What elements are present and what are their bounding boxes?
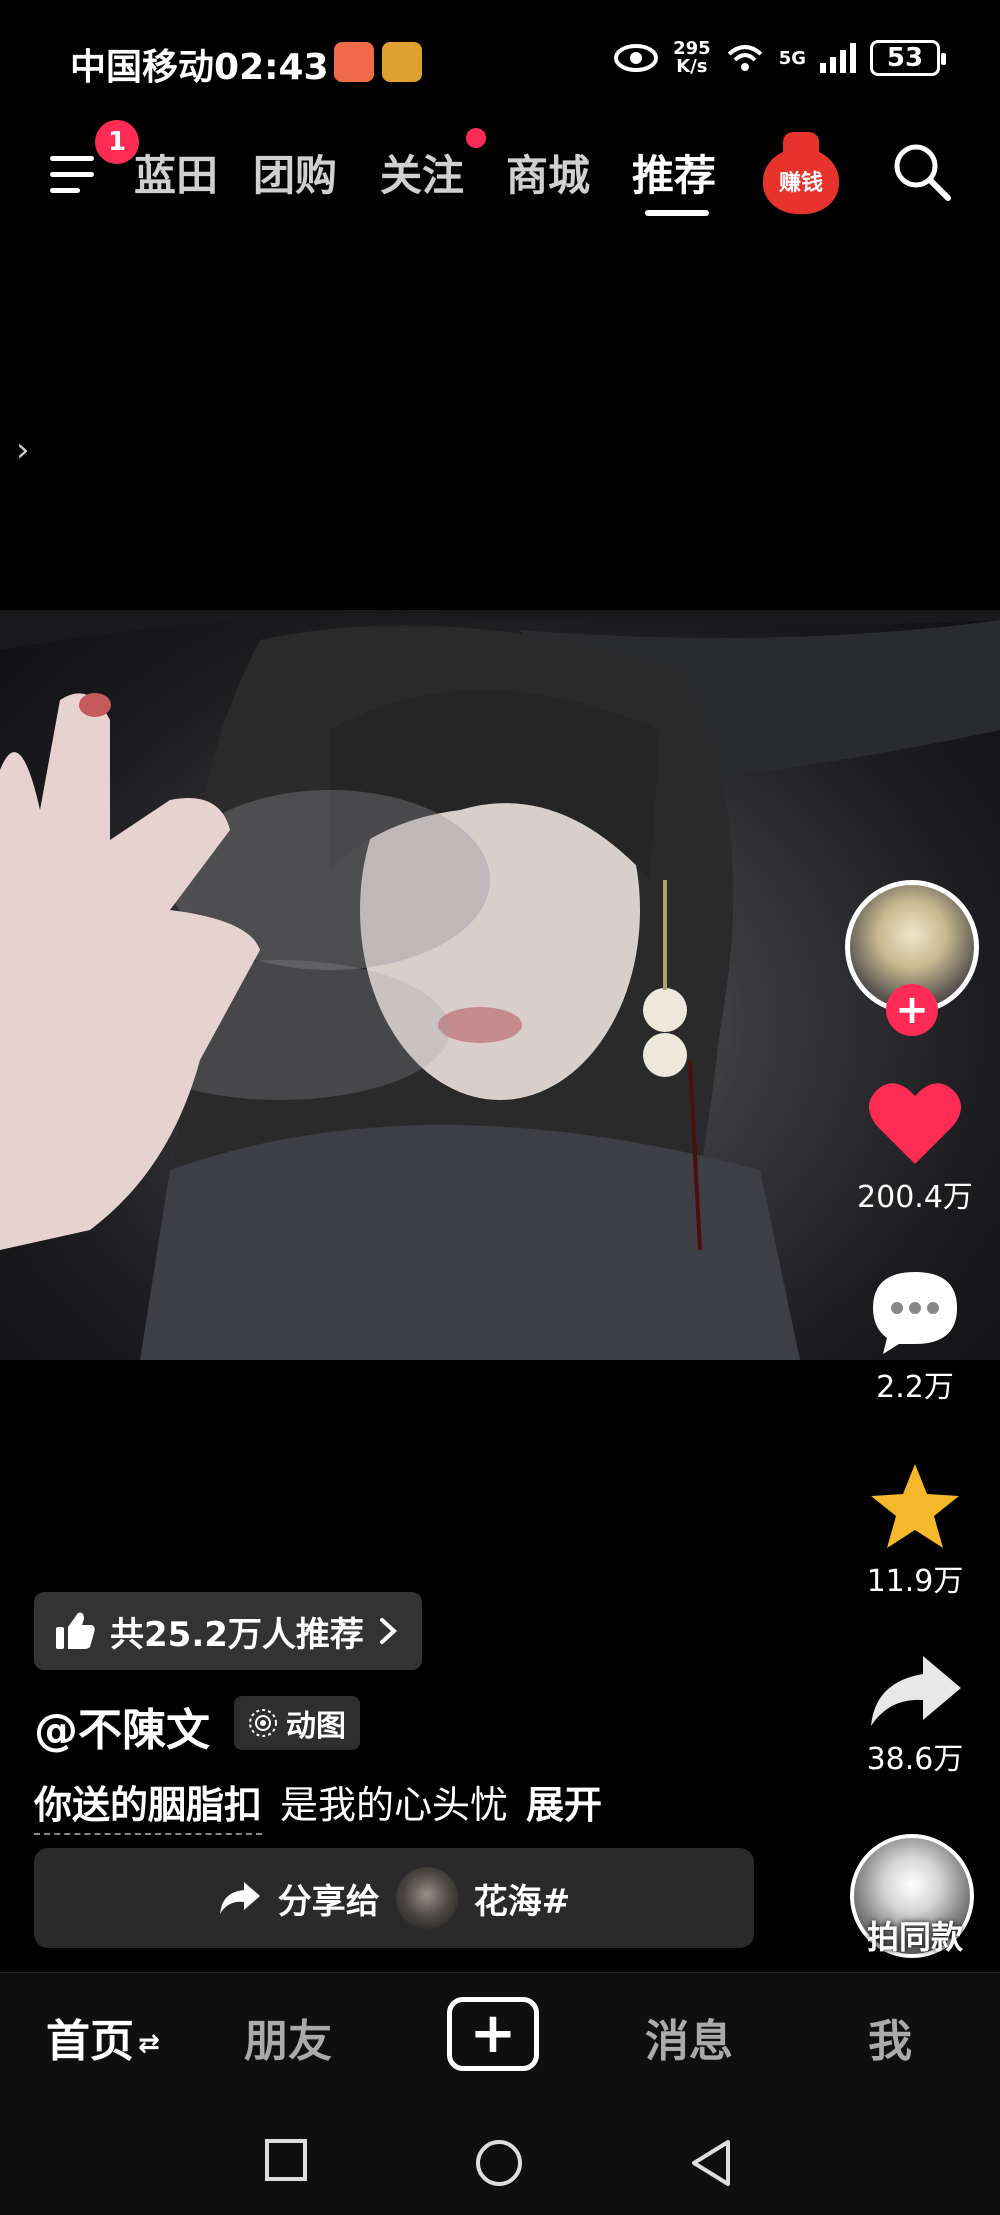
animated-image-tag[interactable]: 动图 xyxy=(234,1696,360,1750)
thumbs-up-icon xyxy=(56,1612,95,1649)
tab-friends[interactable]: 朋友 xyxy=(244,2005,332,2069)
expand-button[interactable]: 展开 xyxy=(526,1774,602,1835)
clock: 02:43 xyxy=(214,47,329,88)
share-count: 38.6万 xyxy=(866,1742,964,1777)
recommend-pill[interactable]: 共25.2万人推荐 xyxy=(34,1592,422,1670)
same-style-label[interactable]: 拍同款 xyxy=(835,1912,995,1958)
switch-icon: ⇄ xyxy=(138,2029,160,2059)
network-speed: 295 K/s xyxy=(673,38,711,77)
tab-mall[interactable]: 商城 xyxy=(506,142,590,203)
tab-messages[interactable]: 消息 xyxy=(645,2005,733,2069)
status-carrier-time: 中国移动02:43 xyxy=(70,38,329,90)
top-nav: 1 蓝田 团购 关注 商城 推荐 赚钱 xyxy=(0,120,1000,230)
recent-apps-icon[interactable] xyxy=(264,2138,308,2182)
signal-icon xyxy=(820,43,856,73)
chevron-right-icon xyxy=(379,1618,397,1644)
carrier-name: 中国移动 xyxy=(70,47,215,88)
tab-following[interactable]: 关注 xyxy=(380,142,464,203)
description-link[interactable]: 你送的胭脂扣 xyxy=(34,1774,263,1835)
like-count: 200.4万 xyxy=(857,1180,973,1215)
bottom-tab-bar: 首页 ⇄ 朋友 + 消息 我 xyxy=(0,1972,1000,2096)
search-icon[interactable] xyxy=(890,140,954,204)
target-icon xyxy=(249,1709,277,1737)
status-indicators: 295 K/s 5G 53 xyxy=(613,38,946,77)
chevron-right-icon[interactable]: › xyxy=(16,430,30,470)
tab-group-buy[interactable]: 团购 xyxy=(253,142,337,203)
favorite-button[interactable]: 11.9万 xyxy=(835,1462,995,1600)
share-button[interactable]: 38.6万 xyxy=(835,1652,995,1778)
comment-icon xyxy=(873,1272,957,1354)
star-icon xyxy=(871,1464,959,1548)
comment-button[interactable]: 2.2万 xyxy=(835,1268,995,1406)
earn-money-label: 赚钱 xyxy=(763,148,839,214)
active-tab-indicator xyxy=(645,210,709,216)
video-description: 你送的胭脂扣 是我的心头忧 展开 xyxy=(34,1774,602,1835)
earn-money-button[interactable]: 赚钱 xyxy=(763,132,839,216)
video-player[interactable] xyxy=(0,610,1000,1360)
following-dot xyxy=(466,128,486,148)
heart-icon xyxy=(869,1083,961,1164)
friend-avatar xyxy=(395,1867,458,1929)
tab-me[interactable]: 我 xyxy=(868,2005,912,2069)
battery-indicator: 53 xyxy=(870,40,946,76)
tab-lantian[interactable]: 蓝田 xyxy=(134,142,218,203)
share-to-friend-bar[interactable]: 分享给 花海# xyxy=(34,1848,754,1948)
video-frame xyxy=(0,610,1000,1360)
app-notification-icon xyxy=(334,42,374,82)
tab-home[interactable]: 首页 ⇄ xyxy=(46,2005,160,2069)
share-icon xyxy=(871,1656,961,1726)
like-button[interactable]: 200.4万 xyxy=(835,1080,995,1216)
share-target-name: 花海# xyxy=(473,1881,571,1922)
description-text: 是我的心头忧 xyxy=(280,1783,509,1827)
tag-label: 动图 xyxy=(286,1709,346,1744)
status-bar: 中国移动02:43 295 K/s 5G 53 xyxy=(0,0,1000,120)
network-type: 5G xyxy=(778,47,806,69)
share-label: 分享给 xyxy=(277,1881,380,1922)
back-icon[interactable] xyxy=(688,2138,734,2188)
recommend-text: 共25.2万人推荐 xyxy=(110,1614,364,1655)
create-button[interactable]: + xyxy=(447,1997,539,2071)
author-name[interactable]: @不陳文 xyxy=(34,1694,210,1758)
home-icon[interactable] xyxy=(474,2138,524,2188)
comment-count: 2.2万 xyxy=(876,1370,954,1405)
system-nav-bar xyxy=(0,2096,1000,2215)
favorite-count: 11.9万 xyxy=(866,1564,964,1599)
app-notification-icon xyxy=(382,42,422,82)
follow-button[interactable]: + xyxy=(886,984,938,1036)
wifi-icon xyxy=(727,45,763,71)
share-arrow-icon xyxy=(219,1882,260,1914)
tab-recommend[interactable]: 推荐 xyxy=(632,142,716,203)
menu-badge: 1 xyxy=(95,120,139,164)
eye-icon xyxy=(614,44,659,72)
